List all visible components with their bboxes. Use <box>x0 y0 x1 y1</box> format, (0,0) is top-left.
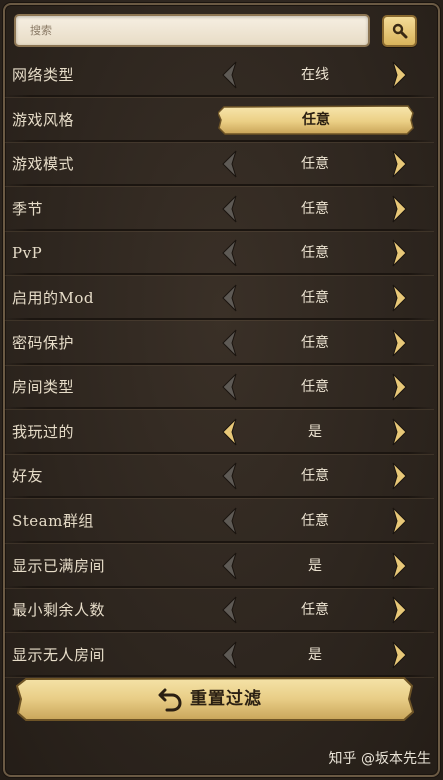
filter-row-label: Steam群组 <box>12 512 94 530</box>
filter-row-value[interactable]: 任意 <box>218 105 414 135</box>
filter-row-label: PvP <box>12 244 43 262</box>
row-divider <box>4 273 434 275</box>
filter-row-value: 任意 <box>301 201 329 217</box>
filter-row: 游戏风格 任意 <box>4 99 434 142</box>
undo-arrow-icon <box>158 688 182 712</box>
filter-row: 房间类型 任意 <box>4 366 434 409</box>
filter-row-value: 是 <box>308 424 322 440</box>
filter-row: 显示已满房间 是 <box>4 545 434 588</box>
row-divider <box>4 541 434 543</box>
filter-row-value: 任意 <box>301 602 329 618</box>
filter-row-value: 任意 <box>301 513 329 529</box>
filter-row-value: 任意 <box>301 468 329 484</box>
filter-row-label: 季节 <box>12 200 44 218</box>
filter-row-value: 是 <box>308 647 322 663</box>
filter-row-label: 好友 <box>12 467 44 485</box>
previous-arrow-icon[interactable] <box>220 329 238 357</box>
previous-arrow-icon[interactable] <box>220 418 238 446</box>
magnifier-icon <box>392 23 408 39</box>
row-divider <box>4 95 434 97</box>
filter-row-value: 任意 <box>301 379 329 395</box>
filter-row-label: 我玩过的 <box>12 423 75 441</box>
filter-row: 游戏模式 任意 <box>4 143 434 186</box>
filter-row-value: 任意 <box>301 156 329 172</box>
filter-row-label: 房间类型 <box>12 378 75 396</box>
previous-arrow-icon[interactable] <box>220 552 238 580</box>
next-arrow-icon[interactable] <box>391 507 409 535</box>
search-bar[interactable] <box>14 14 370 47</box>
row-divider <box>4 363 434 365</box>
filter-row-label: 游戏模式 <box>12 155 75 173</box>
reset-filters-button[interactable]: 重置过滤 <box>16 676 414 722</box>
next-arrow-icon[interactable] <box>391 596 409 624</box>
next-arrow-icon[interactable] <box>391 150 409 178</box>
row-divider <box>4 586 434 588</box>
row-divider <box>4 496 434 498</box>
filter-row: 启用的Mod 任意 <box>4 277 434 320</box>
previous-arrow-icon[interactable] <box>220 641 238 669</box>
row-divider <box>4 452 434 454</box>
filter-row-value: 任意 <box>301 335 329 351</box>
next-arrow-icon[interactable] <box>391 373 409 401</box>
previous-arrow-icon[interactable] <box>220 61 238 89</box>
filter-row: Steam群组 任意 <box>4 500 434 543</box>
next-arrow-icon[interactable] <box>391 552 409 580</box>
filter-row-label: 显示无人房间 <box>12 646 106 664</box>
filter-row-label: 启用的Mod <box>12 289 94 307</box>
previous-arrow-icon[interactable] <box>220 462 238 490</box>
filter-row-value: 任意 <box>301 245 329 261</box>
filter-row: 最小剩余人数 任意 <box>4 589 434 632</box>
filter-row: 网络类型 在线 <box>4 54 434 97</box>
filter-row: 好友 任意 <box>4 455 434 498</box>
next-arrow-icon[interactable] <box>391 462 409 490</box>
row-divider <box>4 140 434 142</box>
filter-row-label: 游戏风格 <box>12 111 75 129</box>
search-button[interactable] <box>382 15 417 47</box>
previous-arrow-icon[interactable] <box>220 239 238 267</box>
row-divider <box>4 184 434 186</box>
row-divider <box>4 318 434 320</box>
next-arrow-icon[interactable] <box>391 418 409 446</box>
watermark: 知乎 @坂本先生 <box>328 751 431 767</box>
next-arrow-icon[interactable] <box>391 195 409 223</box>
filter-row: 密码保护 任意 <box>4 322 434 365</box>
next-arrow-icon[interactable] <box>391 61 409 89</box>
filter-row-label: 最小剩余人数 <box>12 601 106 619</box>
filter-row: PvP 任意 <box>4 232 434 275</box>
next-arrow-icon[interactable] <box>391 329 409 357</box>
next-arrow-icon[interactable] <box>391 284 409 312</box>
search-input[interactable] <box>30 16 358 45</box>
filter-row-label: 显示已满房间 <box>12 557 106 575</box>
next-arrow-icon[interactable] <box>391 239 409 267</box>
filter-row-label: 网络类型 <box>12 66 75 84</box>
filter-row-value: 在线 <box>301 67 329 83</box>
filter-row-value: 任意 <box>301 290 329 306</box>
filter-row-value: 是 <box>308 558 322 574</box>
previous-arrow-icon[interactable] <box>220 150 238 178</box>
filter-row: 显示无人房间 是 <box>4 634 434 677</box>
row-divider <box>4 229 434 231</box>
filter-row-label: 密码保护 <box>12 334 75 352</box>
previous-arrow-icon[interactable] <box>220 596 238 624</box>
next-arrow-icon[interactable] <box>391 641 409 669</box>
reset-button-label: 重置过滤 <box>190 689 262 709</box>
previous-arrow-icon[interactable] <box>220 284 238 312</box>
previous-arrow-icon[interactable] <box>220 507 238 535</box>
row-divider <box>4 407 434 409</box>
previous-arrow-icon[interactable] <box>220 195 238 223</box>
row-divider <box>4 630 434 632</box>
filter-row: 季节 任意 <box>4 188 434 231</box>
filter-row: 我玩过的 是 <box>4 411 434 454</box>
previous-arrow-icon[interactable] <box>220 373 238 401</box>
